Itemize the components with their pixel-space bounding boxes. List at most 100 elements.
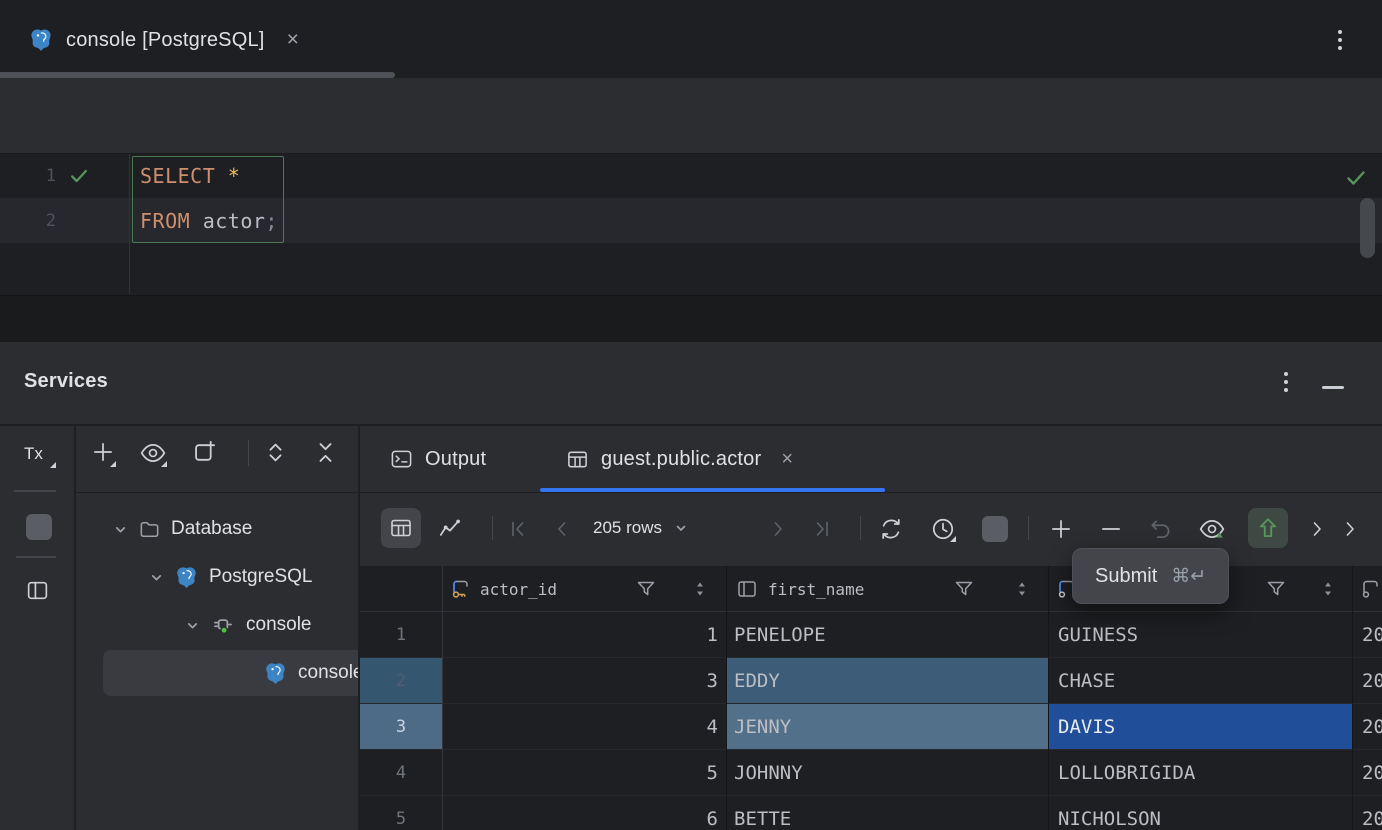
postgresql-icon xyxy=(263,661,288,686)
filter-icon[interactable] xyxy=(1265,578,1287,600)
cell-last-name[interactable]: CHASE xyxy=(1048,658,1352,704)
toolbar-separator xyxy=(492,516,493,540)
filter-icon[interactable] xyxy=(635,578,657,600)
revert-button[interactable] xyxy=(1148,516,1174,542)
cell-last-name-lead-selection[interactable]: DAVIS xyxy=(1048,704,1352,750)
row-number[interactable]: 1 xyxy=(360,612,442,658)
add-row-button[interactable] xyxy=(1048,516,1074,542)
row-number[interactable]: 3 xyxy=(360,704,442,750)
sort-icon[interactable] xyxy=(1016,580,1028,598)
cell-last-update[interactable]: 20 xyxy=(1352,704,1382,750)
row-number[interactable]: 5 xyxy=(360,796,442,830)
hide-toolwindow-icon[interactable] xyxy=(1322,386,1344,389)
editor-scrollbar-thumb[interactable] xyxy=(1360,198,1375,258)
code-line-2[interactable]: FROM actor; xyxy=(140,198,278,243)
chart-view-button[interactable] xyxy=(437,516,463,542)
schedule-refresh-button[interactable] xyxy=(930,516,956,542)
tree-item-console-file-selected[interactable]: console xyxy=(103,650,360,696)
tree-item-console-connection[interactable]: console xyxy=(185,601,312,649)
previous-page-button[interactable] xyxy=(550,517,574,541)
table-view-toggle-active[interactable] xyxy=(381,508,421,548)
column-header-actor-id[interactable]: actor_id xyxy=(442,566,726,612)
services-options-kebab-icon[interactable] xyxy=(1284,372,1288,392)
add-group-button[interactable] xyxy=(191,439,218,466)
toolbar-separator xyxy=(860,516,861,540)
cell-actor-id[interactable]: 3 xyxy=(442,658,726,704)
row-number[interactable]: 2 xyxy=(360,658,442,704)
column-name: first_name xyxy=(768,580,864,599)
chevron-down-icon xyxy=(674,521,688,535)
first-page-button[interactable] xyxy=(506,517,530,541)
chevron-right-icon[interactable] xyxy=(1305,517,1329,541)
tab-label: Output xyxy=(425,448,486,471)
view-options-eye-button[interactable] xyxy=(139,441,167,465)
cell-first-name[interactable]: BETTE xyxy=(726,796,1048,830)
statement-success-check-icon xyxy=(68,165,90,187)
cell-last-name[interactable]: NICHOLSON xyxy=(1048,796,1352,830)
chevron-right-icon[interactable] xyxy=(1338,517,1362,541)
tab-output[interactable]: Output xyxy=(390,436,486,482)
table-row[interactable]: 3 4 JENNY DAVIS 20 xyxy=(360,704,1382,750)
cell-actor-id[interactable]: 5 xyxy=(442,750,726,796)
window-options-kebab-icon[interactable] xyxy=(1338,30,1342,50)
close-icon[interactable]: × xyxy=(287,28,299,52)
expand-all-button[interactable] xyxy=(262,439,289,466)
table-row[interactable]: 1 1 PENELOPE GUINESS 20 xyxy=(360,612,1382,658)
cell-actor-id[interactable]: 4 xyxy=(442,704,726,750)
row-number[interactable]: 4 xyxy=(360,750,442,796)
cell-actor-id[interactable]: 1 xyxy=(442,612,726,658)
editor-tab[interactable]: console [PostgreSQL] × xyxy=(28,18,299,62)
inspections-ok-check-icon[interactable] xyxy=(1344,166,1368,190)
tree-item-database[interactable]: Database xyxy=(113,505,252,553)
layout-settings-icon[interactable] xyxy=(25,578,50,603)
cell-first-name[interactable]: EDDY xyxy=(726,658,1048,704)
tree-item-postgresql[interactable]: PostgreSQL xyxy=(149,553,313,601)
result-panel: Output guest.public.actor × xyxy=(360,426,1382,830)
code-line-1[interactable]: SELECT * xyxy=(140,154,240,198)
page-size-label: 205 rows xyxy=(593,518,662,538)
tree-label: console xyxy=(246,614,312,636)
column-header-clipped[interactable] xyxy=(1352,566,1382,612)
row-separator xyxy=(360,749,1382,750)
table-row[interactable]: 2 3 EDDY CHASE 20 xyxy=(360,658,1382,704)
cell-actor-id[interactable]: 6 xyxy=(442,796,726,830)
last-page-button[interactable] xyxy=(810,517,834,541)
table-row[interactable]: 5 6 BETTE NICHOLSON 20 xyxy=(360,796,1382,830)
stripe-separator xyxy=(16,556,56,558)
column-header-first-name[interactable]: first_name xyxy=(726,566,1048,612)
sql-editor[interactable]: 1 2 SELECT * FROM actor; xyxy=(0,154,1382,294)
sort-icon[interactable] xyxy=(694,580,706,598)
filter-icon[interactable] xyxy=(953,578,975,600)
cell-last-update[interactable]: 20 xyxy=(1352,612,1382,658)
next-page-button[interactable] xyxy=(766,517,790,541)
stop-icon xyxy=(26,514,52,540)
row-separator xyxy=(360,657,1382,658)
tab-guest-public-actor[interactable]: guest.public.actor × xyxy=(566,436,793,482)
chevron-down-icon xyxy=(113,522,128,537)
services-tree-panel: Database PostgreSQL console xyxy=(76,426,360,830)
cell-first-name[interactable]: PENELOPE xyxy=(726,612,1048,658)
cell-last-update[interactable]: 20 xyxy=(1352,658,1382,704)
sort-icon[interactable] xyxy=(1322,580,1334,598)
cell-last-update[interactable]: 20 xyxy=(1352,796,1382,830)
cell-last-name[interactable]: GUINESS xyxy=(1048,612,1352,658)
editor-gutter-line-2: 2 xyxy=(16,198,56,243)
refresh-button[interactable] xyxy=(878,516,904,542)
preview-changes-button[interactable] xyxy=(1198,516,1226,542)
row-separator xyxy=(360,795,1382,796)
table-row[interactable]: 4 5 JOHNNY LOLLOBRIGIDA 20 xyxy=(360,750,1382,796)
add-service-button[interactable] xyxy=(90,439,116,465)
cell-first-name[interactable]: JOHNNY xyxy=(726,750,1048,796)
cell-first-name[interactable]: JENNY xyxy=(726,704,1048,750)
plug-connected-icon xyxy=(210,612,236,638)
close-icon[interactable]: × xyxy=(781,448,793,471)
tx-stripe-button[interactable]: Tx xyxy=(24,444,43,464)
result-tabs-bar: Output guest.public.actor × xyxy=(360,426,1382,493)
cell-last-update[interactable]: 20 xyxy=(1352,750,1382,796)
page-size-dropdown[interactable]: 205 rows xyxy=(593,508,688,548)
editor-tab-bar: console [PostgreSQL] × xyxy=(0,0,1382,71)
delete-row-button[interactable] xyxy=(1098,516,1124,542)
submit-button-hovered[interactable] xyxy=(1248,508,1288,548)
collapse-all-button[interactable] xyxy=(312,439,339,466)
cell-last-name[interactable]: LOLLOBRIGIDA xyxy=(1048,750,1352,796)
